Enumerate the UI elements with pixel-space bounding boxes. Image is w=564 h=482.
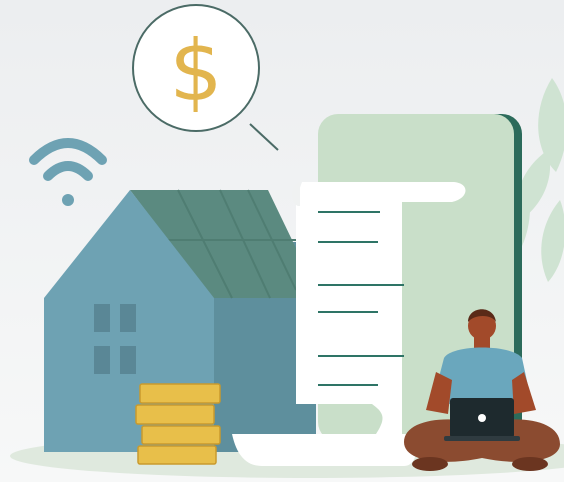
- coin-stack: [135, 383, 221, 465]
- home-finance-illustration: $: [0, 0, 564, 482]
- laptop-icon: [444, 398, 520, 441]
- dollar-symbol: $: [169, 22, 222, 120]
- receipt-curl: [232, 434, 416, 466]
